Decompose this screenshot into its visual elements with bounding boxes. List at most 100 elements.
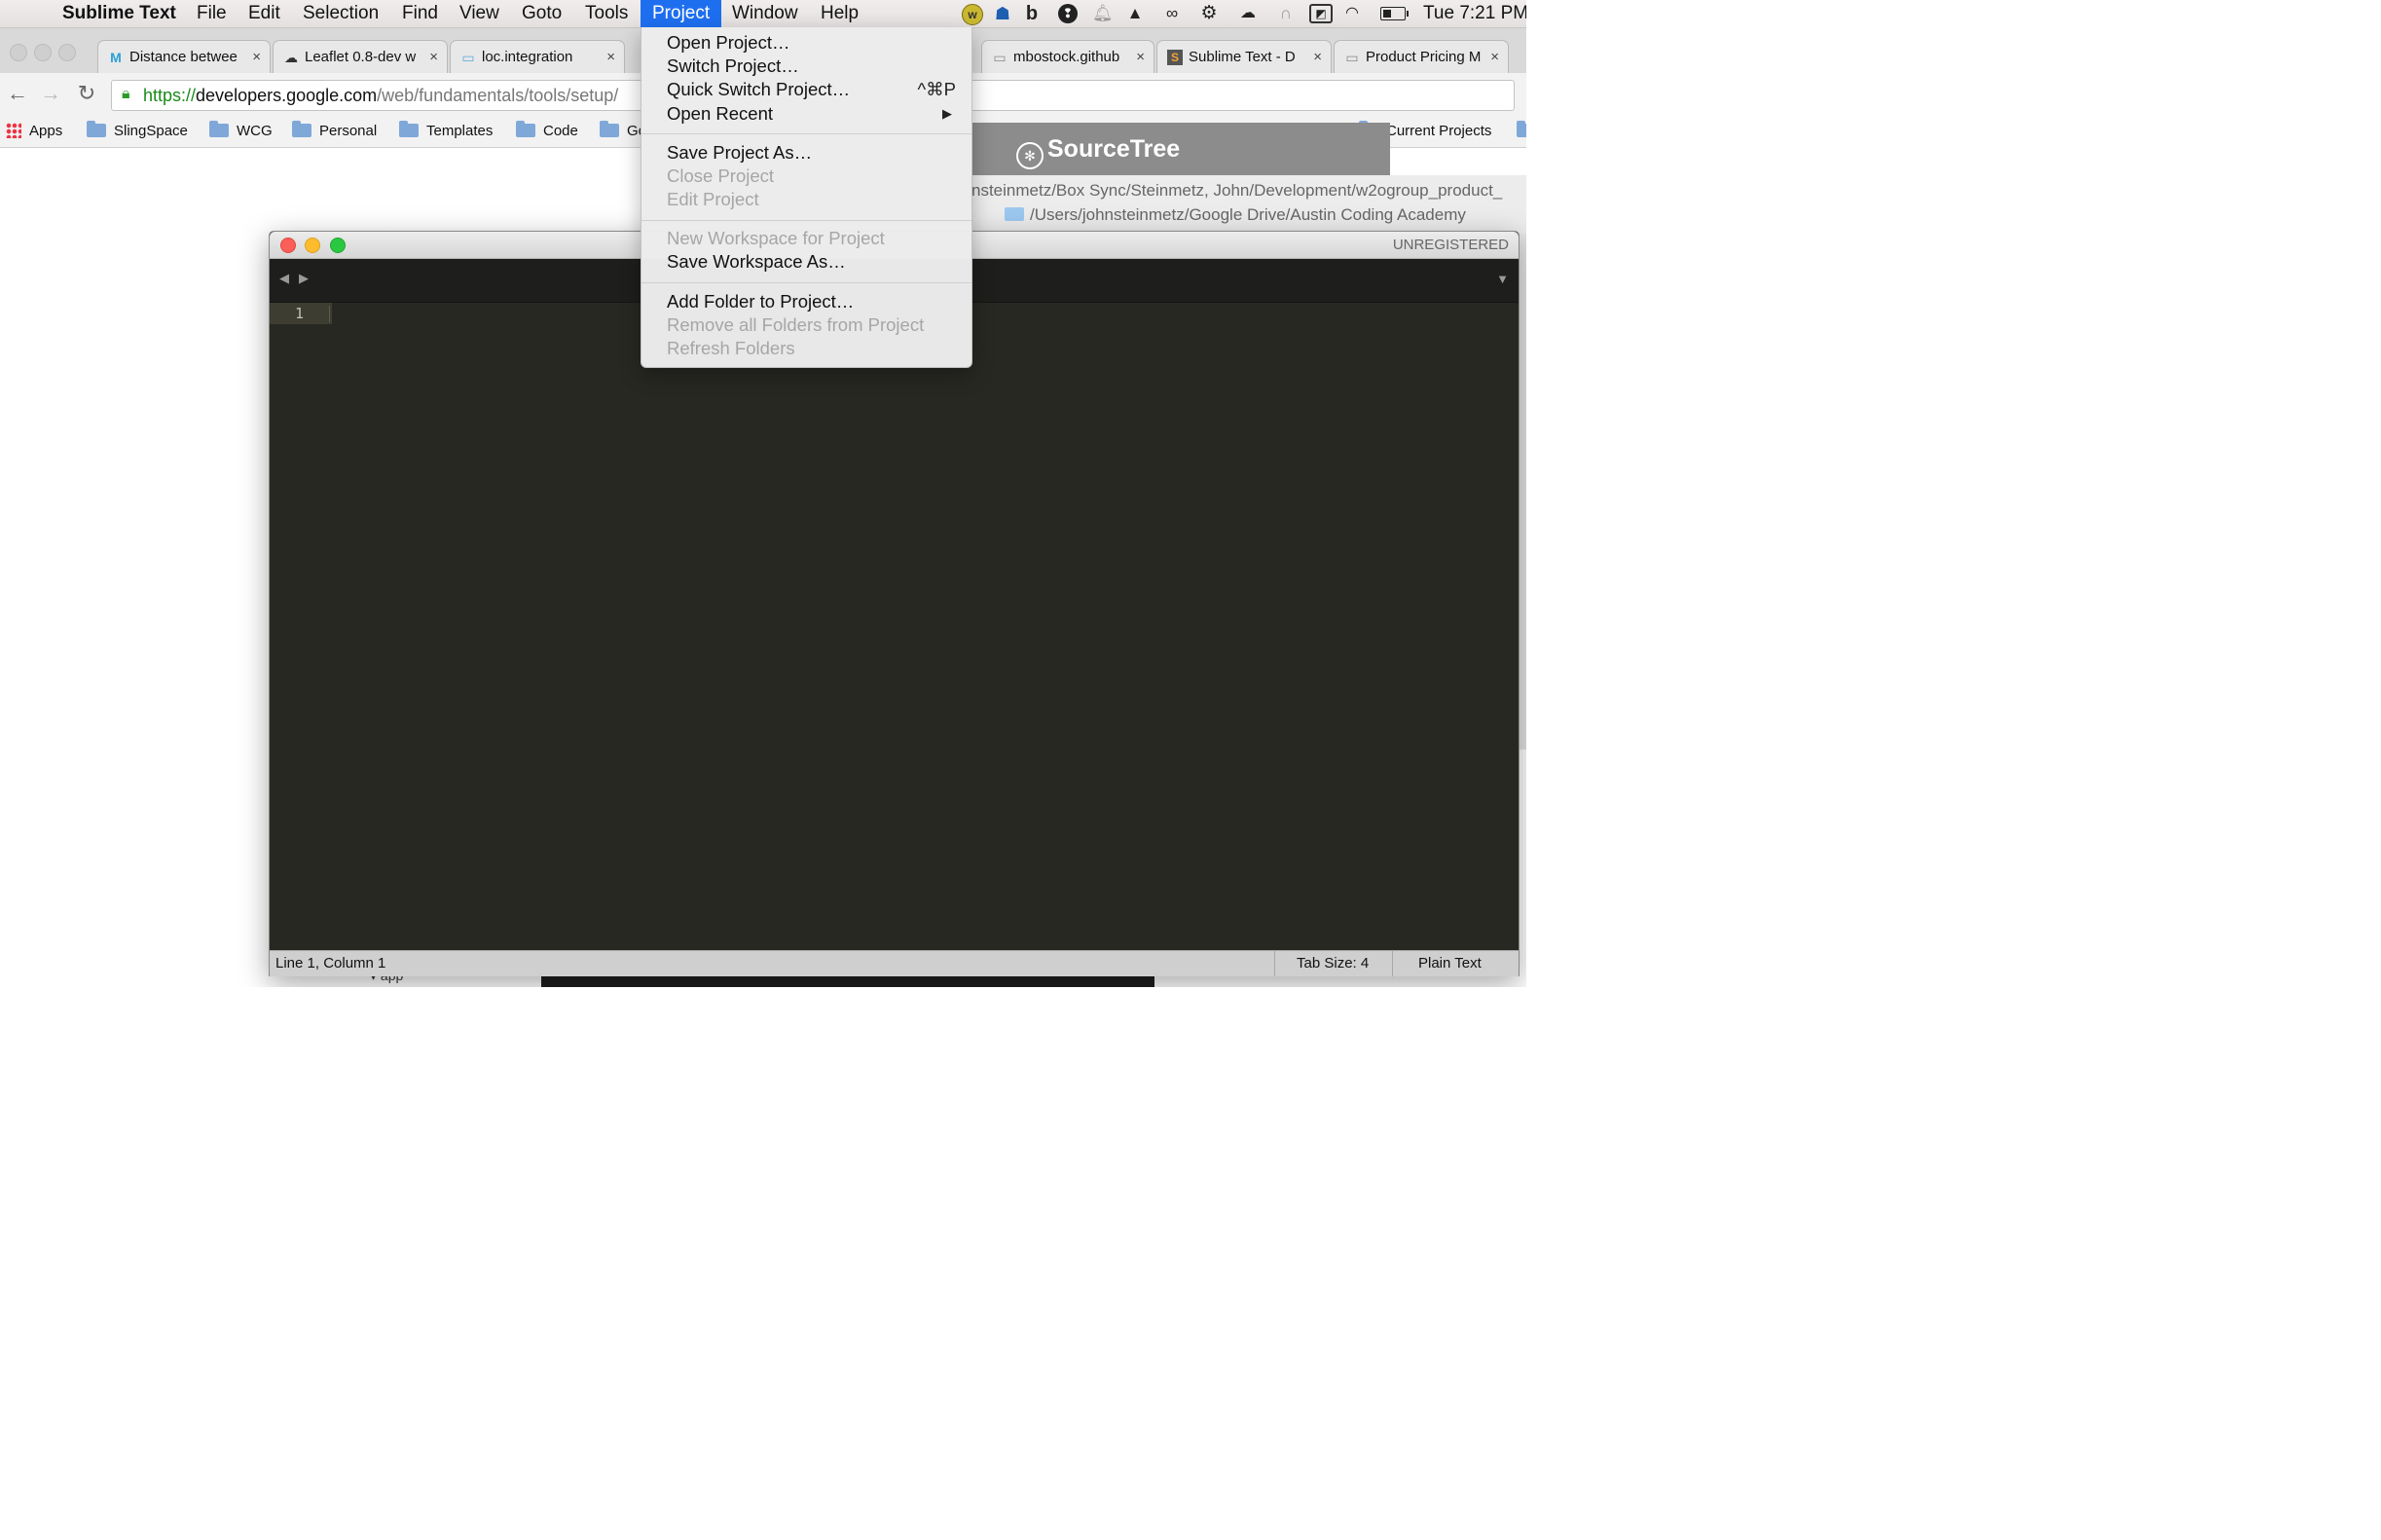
- tab-forward-icon[interactable]: ▶: [299, 271, 309, 286]
- tab-close-icon[interactable]: ×: [1136, 41, 1145, 74]
- menu-separator: [641, 133, 971, 134]
- tab-close-icon[interactable]: ×: [429, 41, 438, 74]
- editor-area[interactable]: 1: [270, 303, 1519, 950]
- zoom-window-button[interactable]: [330, 238, 346, 253]
- notification-bell-icon[interactable]: 🔔︎: [1092, 4, 1114, 23]
- menu-item-open-recent[interactable]: Open Recent ▶: [667, 102, 956, 126]
- sourcetree-window: ✻ SourceTree nsteinmetz/Box Sync/Steinmet…: [971, 123, 1526, 239]
- bookmark-apps[interactable]: Apps: [6, 116, 62, 147]
- menu-item-add-folder[interactable]: Add Folder to Project…: [667, 290, 956, 313]
- menu-window[interactable]: Window: [732, 0, 798, 27]
- menu-project[interactable]: Project: [641, 0, 722, 27]
- submenu-arrow-icon: ▶: [942, 106, 952, 121]
- menu-item-save-workspace-as[interactable]: Save Workspace As…: [667, 250, 956, 274]
- menu-file[interactable]: File: [197, 0, 227, 27]
- menu-item-label: Save Workspace As…: [667, 251, 846, 272]
- headphones-icon[interactable]: ∩: [1275, 4, 1297, 23]
- tab-title: Leaflet 0.8-dev w: [305, 49, 417, 65]
- bookmark-label: Personal: [319, 123, 378, 139]
- bookmark-label: Go: [627, 123, 641, 139]
- menu-item-save-project-as[interactable]: Save Project As…: [667, 141, 956, 165]
- bookmark-folder-personal[interactable]: Personal: [292, 116, 377, 147]
- menu-item-edit-project: Edit Project: [667, 188, 956, 211]
- bookmark-label: SlingSpace: [114, 123, 188, 139]
- settings-gear-icon[interactable]: ⚙: [1198, 4, 1220, 23]
- browser-tab[interactable]: ▭ Product Pricing M ×: [1334, 40, 1509, 74]
- repo-path-text: /Users/johnsteinmetz/Google Drive/Austin…: [1030, 205, 1466, 224]
- bookmark-label: WCG: [237, 123, 273, 139]
- sourcetree-logo-text: SourceTree: [1047, 135, 1181, 163]
- evernote-icon[interactable]: ☗: [991, 4, 1014, 23]
- menu-find[interactable]: Find: [402, 0, 438, 27]
- wifi-icon[interactable]: ◠: [1339, 4, 1365, 23]
- battery-icon[interactable]: [1380, 4, 1410, 23]
- cloud-favicon-icon: ☁: [284, 50, 298, 65]
- tab-dropdown-icon[interactable]: ▼: [1496, 272, 1509, 286]
- browser-tab[interactable]: ☁ Leaflet 0.8-dev w ×: [273, 40, 448, 74]
- forward-arrow-icon[interactable]: →: [39, 82, 62, 105]
- browser-tab[interactable]: M Distance betwee ×: [97, 40, 271, 74]
- menu-item-label: New Workspace for Project: [667, 228, 885, 248]
- google-drive-icon[interactable]: ▲: [1124, 4, 1146, 23]
- tab-close-icon[interactable]: ×: [606, 41, 615, 74]
- creative-cloud-icon[interactable]: ∞: [1160, 4, 1184, 23]
- back-arrow-icon[interactable]: ←: [6, 82, 29, 105]
- bookmark-label: Templates: [426, 123, 494, 139]
- url-scheme: https://: [143, 86, 197, 105]
- bookmark-icon[interactable]: ◩: [1309, 4, 1333, 23]
- tab-close-icon[interactable]: ×: [1490, 41, 1499, 74]
- minimize-window-button[interactable]: [305, 238, 320, 253]
- menu-item-quick-switch-project[interactable]: Quick Switch Project… ^⌘P: [667, 78, 956, 101]
- folder-icon: [399, 121, 419, 137]
- b-icon[interactable]: b: [1022, 4, 1042, 23]
- menu-item-open-project[interactable]: Open Project…: [667, 31, 956, 55]
- repo-path[interactable]: /Users/johnsteinmetz/Google Drive/Austin…: [1005, 205, 1526, 225]
- menu-item-switch-project[interactable]: Switch Project…: [667, 55, 956, 78]
- hipchat-icon[interactable]: ❢: [1058, 4, 1078, 23]
- menu-selection[interactable]: Selection: [303, 0, 379, 27]
- apps-grid-icon: [6, 123, 21, 138]
- folder-icon: [87, 121, 106, 137]
- url-path: /web/fundamentals/tools/setup/: [377, 86, 619, 105]
- reload-icon[interactable]: ↻: [75, 82, 98, 105]
- cloud-hat-icon[interactable]: ☁: [1233, 4, 1263, 23]
- tab-title: Sublime Text - D: [1189, 49, 1296, 65]
- close-window-button[interactable]: [10, 44, 27, 61]
- syntax-selector[interactable]: Plain Text: [1418, 951, 1482, 976]
- wunderlist-icon[interactable]: w: [962, 4, 983, 25]
- zoom-window-button[interactable]: [58, 44, 76, 61]
- tab-close-icon[interactable]: ×: [252, 41, 261, 74]
- menu-item-label: Close Project: [667, 165, 775, 186]
- sublime-favicon-icon: S: [1167, 50, 1183, 65]
- bookmark-folder-code[interactable]: Code: [516, 116, 578, 147]
- menu-edit[interactable]: Edit: [248, 0, 280, 27]
- text-caret: [329, 306, 330, 322]
- bookmark-folder-go[interactable]: Go: [600, 116, 641, 147]
- minimize-window-button[interactable]: [34, 44, 52, 61]
- menu-help[interactable]: Help: [821, 0, 859, 27]
- browser-tab[interactable]: ▭ loc.integration ×: [450, 40, 625, 74]
- menu-tools[interactable]: Tools: [585, 0, 628, 27]
- tab-size-selector[interactable]: Tab Size: 4: [1297, 951, 1369, 976]
- browser-tab[interactable]: S Sublime Text - D ×: [1156, 40, 1332, 74]
- sourcetree-logo: ✻ SourceTree: [1016, 132, 1180, 169]
- menu-item-label: Open Project…: [667, 32, 790, 53]
- folder-icon: [516, 121, 535, 137]
- tab-back-icon[interactable]: ◀: [279, 271, 289, 286]
- menubar-clock[interactable]: Tue 7:21 PM: [1423, 0, 1526, 27]
- menu-item-shortcut: ^⌘P: [917, 79, 956, 99]
- folder-icon: [1005, 207, 1024, 221]
- bookmark-folder-templates[interactable]: Templates: [399, 116, 493, 147]
- menu-view[interactable]: View: [459, 0, 499, 27]
- repo-path[interactable]: nsteinmetz/Box Sync/Steinmetz, John/Deve…: [971, 181, 1526, 201]
- tab-close-icon[interactable]: ×: [1313, 41, 1322, 74]
- menu-goto[interactable]: Goto: [522, 0, 562, 27]
- sourcetree-tree-icon: ✻: [1016, 142, 1044, 169]
- bookmark-folder-wcg[interactable]: WCG: [209, 116, 273, 147]
- browser-tab[interactable]: ▭ mbostock.github ×: [981, 40, 1154, 74]
- bookmark-folder-slingspace[interactable]: SlingSpace: [87, 116, 188, 147]
- app-menu-sublime-text[interactable]: Sublime Text: [62, 0, 176, 27]
- status-divider: [1274, 951, 1275, 976]
- close-window-button[interactable]: [280, 238, 296, 253]
- folder-icon: [292, 121, 311, 137]
